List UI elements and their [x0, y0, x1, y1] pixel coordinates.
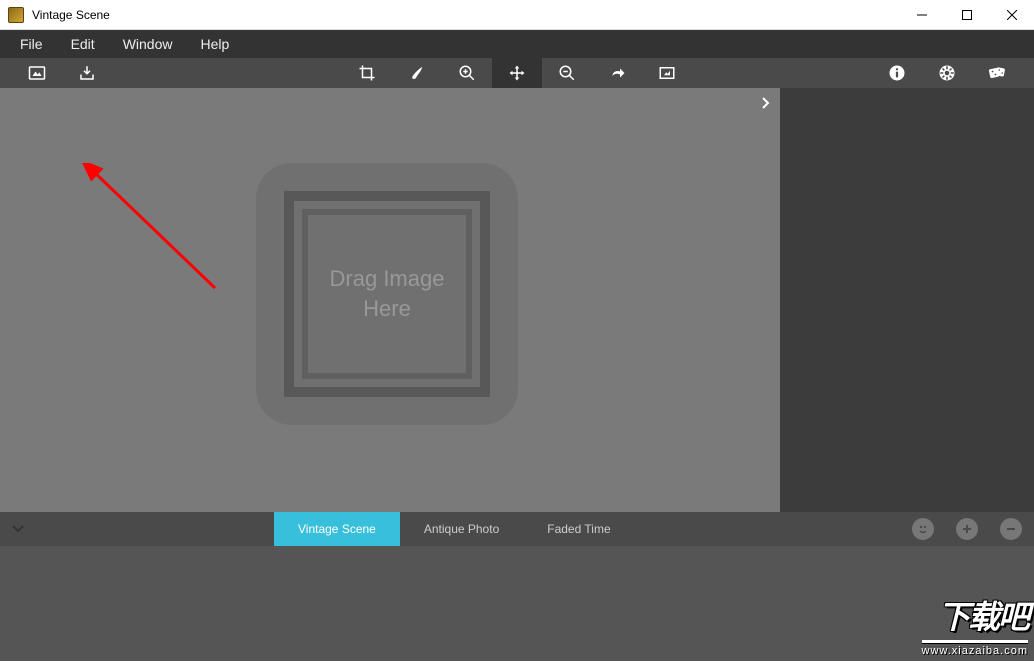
preset-face-button[interactable]: [912, 518, 934, 540]
preset-add-button[interactable]: [956, 518, 978, 540]
fit-screen-button[interactable]: [642, 58, 692, 88]
open-image-button[interactable]: [12, 58, 62, 88]
preset-bar: Vintage Scene Antique Photo Faded Time: [0, 512, 1034, 546]
zoom-in-button[interactable]: [442, 58, 492, 88]
titlebar: Vintage Scene: [0, 0, 1034, 30]
menu-file[interactable]: File: [6, 32, 57, 56]
panel-collapse-icon[interactable]: [760, 96, 770, 112]
brush-button[interactable]: [392, 58, 442, 88]
preset-expand-icon[interactable]: [12, 522, 24, 536]
drop-text-line1: Drag Image: [330, 264, 445, 294]
drop-text-line2: Here: [363, 294, 411, 324]
preset-actions: [912, 518, 1022, 540]
dice-button[interactable]: [972, 58, 1022, 88]
preset-tab-faded-time[interactable]: Faded Time: [523, 512, 634, 546]
info-button[interactable]: [872, 58, 922, 88]
menu-window[interactable]: Window: [109, 32, 187, 56]
drop-frame-outer: Drag Image Here: [284, 191, 490, 397]
pan-button[interactable]: [492, 58, 542, 88]
drop-frame-inner: Drag Image Here: [302, 209, 472, 379]
app-icon: [8, 7, 24, 23]
preset-tab-antique-photo[interactable]: Antique Photo: [400, 512, 523, 546]
menu-edit[interactable]: Edit: [57, 32, 109, 56]
preset-tab-vintage-scene[interactable]: Vintage Scene: [274, 512, 400, 546]
drop-target[interactable]: Drag Image Here: [256, 163, 518, 425]
toolbar: [0, 58, 1034, 88]
close-button[interactable]: [989, 0, 1034, 29]
side-panel: [780, 88, 1034, 512]
maximize-button[interactable]: [944, 0, 989, 29]
settings-button[interactable]: [922, 58, 972, 88]
window-controls: [899, 0, 1034, 29]
redo-button[interactable]: [592, 58, 642, 88]
preset-remove-button[interactable]: [1000, 518, 1022, 540]
menubar: File Edit Window Help: [0, 30, 1034, 58]
preset-thumbnail-strip: [0, 546, 1034, 661]
canvas-area[interactable]: Drag Image Here: [0, 88, 780, 512]
annotation-arrow: [75, 163, 235, 303]
minimize-button[interactable]: [899, 0, 944, 29]
window-title: Vintage Scene: [32, 8, 899, 22]
zoom-out-button[interactable]: [542, 58, 592, 88]
crop-button[interactable]: [342, 58, 392, 88]
menu-help[interactable]: Help: [186, 32, 243, 56]
save-image-button[interactable]: [62, 58, 112, 88]
content-area: Drag Image Here: [0, 88, 1034, 512]
